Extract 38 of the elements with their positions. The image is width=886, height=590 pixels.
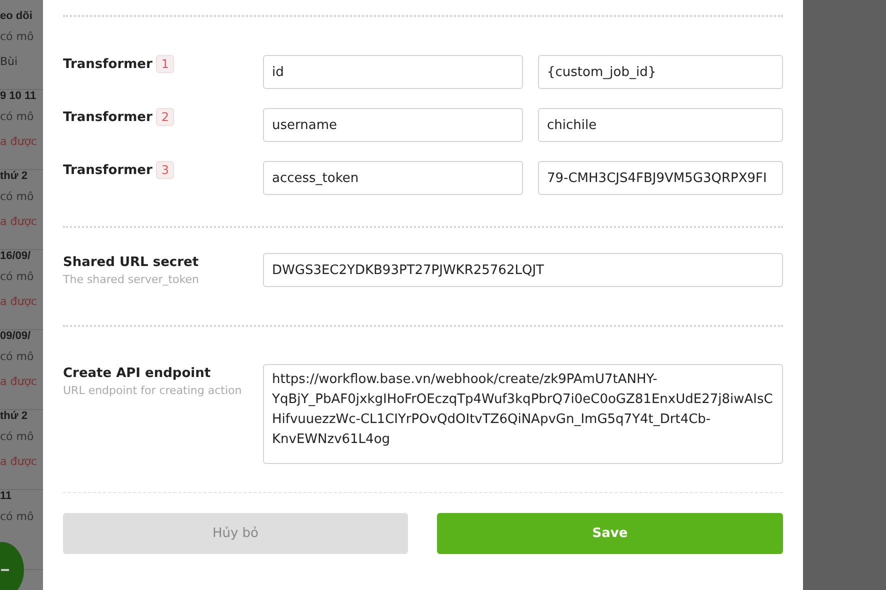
key-input-field[interactable]: access_token [263, 161, 523, 195]
list-item-description: có mô [0, 110, 34, 123]
list-item-description: có mô [0, 190, 34, 203]
secret-input-field[interactable]: DWGS3EC2YDKB93PT27PJWKR25762LQJT [263, 253, 783, 287]
value-input-field[interactable]: {custom_job_id} [538, 55, 783, 89]
field-hint: The shared server_token [63, 273, 200, 286]
value-input-field[interactable]: 79-CMH3CJS4FBJ9VM5G3QRPX9FI [538, 161, 783, 195]
list-item-title: thứ 2 [0, 170, 28, 182]
list-item-title: thứ 2 [0, 410, 28, 422]
list-item-status: a được [0, 135, 37, 148]
number-badge: 3 [156, 161, 174, 179]
list-item-description: có mô [0, 350, 34, 363]
key-input-field[interactable]: username [263, 108, 523, 142]
list-item-description: có mô [0, 270, 34, 283]
list-item-description: có mô [0, 30, 34, 43]
field-hint: URL endpoint for creating action [63, 384, 242, 397]
list-item-status: a được [0, 455, 37, 468]
field-label: Shared URL secret [63, 255, 199, 270]
list-item-title: 09/09/ [0, 330, 31, 342]
list-item-status: a được [0, 295, 37, 308]
endpoint-text-area[interactable]: https://workflow.base.vn/webhook/create/zk9PAmU7tANHY-YqBjY_PbAF0jxkgIHoFrOEczqTp4Wuf3kqPbrQ7i0eC0oGZ81EnxUdE27j8iwAIsCHifvuuezzWc-CL1CIYrPOvQdOItvTZ6QiNApvGn_ImG5q7Y4t_Drt4Cb-KnvEWNzv61L4og [263, 364, 783, 464]
list-item-status: Bùi [0, 55, 18, 68]
list-item-title: 16/09/ [0, 250, 31, 262]
transformer-label: Transformer [63, 56, 152, 72]
list-item-description: có mô [0, 510, 34, 523]
field-label: Create API endpoint [63, 366, 211, 381]
list-item-title: eo dõi [0, 10, 32, 22]
number-badge: 1 [156, 55, 174, 73]
number-badge: 2 [156, 108, 174, 126]
key-input-field[interactable]: id [263, 55, 523, 89]
list-item-title: 9 10 11 [0, 90, 36, 102]
transformer-label: Transformer [63, 162, 152, 178]
list-item-status: a được [0, 375, 37, 388]
list-item-description: có mô [0, 430, 34, 443]
value-input-field[interactable]: chichile [538, 108, 783, 142]
list-item-title: 11 [0, 490, 12, 502]
list-item-status: a được [0, 215, 37, 228]
transformer-label: Transformer [63, 110, 152, 124]
